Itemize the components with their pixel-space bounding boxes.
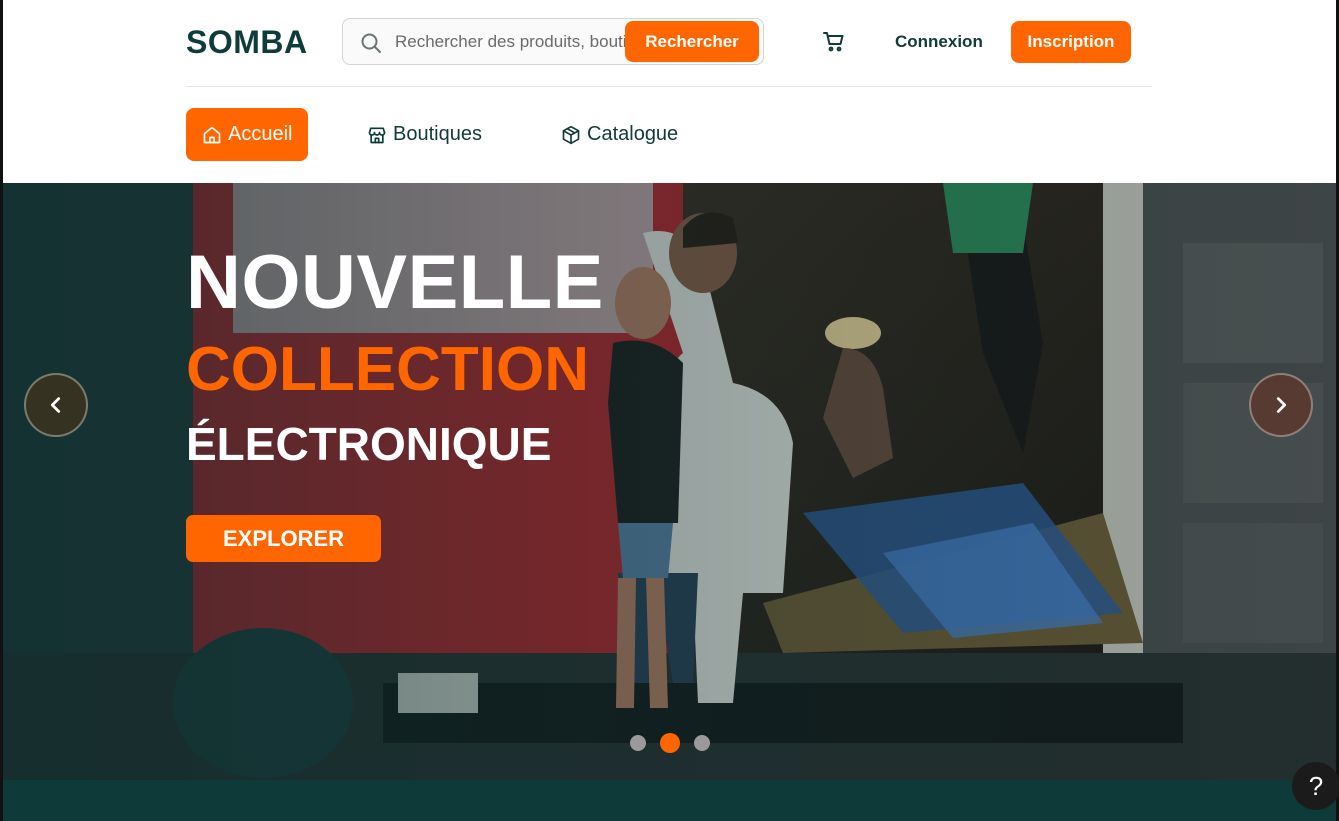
top-bar: SOMBA Rechercher Connexion Inscription (186, 0, 1152, 87)
search-input[interactable] (395, 19, 635, 64)
carousel-dot-3[interactable] (694, 735, 710, 751)
brand-logo[interactable]: SOMBA (186, 24, 308, 61)
carousel-indicators (630, 733, 710, 753)
search-bar: Rechercher (342, 18, 764, 65)
window-border-left (0, 0, 3, 821)
box-icon (562, 125, 580, 144)
login-link[interactable]: Connexion (895, 32, 983, 52)
home-icon (203, 126, 221, 143)
hero-carousel: NOUVELLE COLLECTION ÉLECTRONIQUE EXPLORE… (3, 183, 1336, 780)
search-button[interactable]: Rechercher (625, 21, 759, 62)
store-icon (368, 127, 386, 143)
carousel-dot-2[interactable] (660, 733, 680, 753)
chevron-left-icon (50, 397, 61, 413)
search-icon (361, 33, 381, 53)
explore-button[interactable]: EXPLORER (186, 515, 381, 562)
hero-headline: NOUVELLE COLLECTION ÉLECTRONIQUE (186, 240, 604, 470)
carousel-next-button[interactable] (1249, 373, 1313, 437)
hero-title-line-3: ÉLECTRONIQUE (186, 418, 552, 470)
nav-label-accueil: Accueil (228, 123, 293, 145)
nav-label-boutiques: Boutiques (393, 123, 482, 145)
site-header: SOMBA Rechercher Connexion Inscription A… (3, 0, 1336, 183)
cart-icon[interactable] (822, 30, 846, 54)
hero-title-line-1: NOUVELLE (186, 240, 604, 325)
chevron-right-icon (1276, 397, 1287, 413)
nav-label-catalogue: Catalogue (587, 123, 679, 145)
carousel-prev-button[interactable] (24, 373, 88, 437)
nav-item-accueil[interactable]: Accueil (186, 108, 309, 161)
help-button[interactable]: ? (1292, 762, 1339, 810)
section-band (3, 780, 1336, 821)
signup-button[interactable]: Inscription (1011, 21, 1131, 63)
hero-title-line-2: COLLECTION (186, 335, 589, 404)
nav-item-boutiques[interactable]: Boutiques (367, 108, 482, 161)
nav-item-catalogue[interactable]: Catalogue (561, 108, 678, 161)
carousel-dot-1[interactable] (630, 735, 646, 751)
